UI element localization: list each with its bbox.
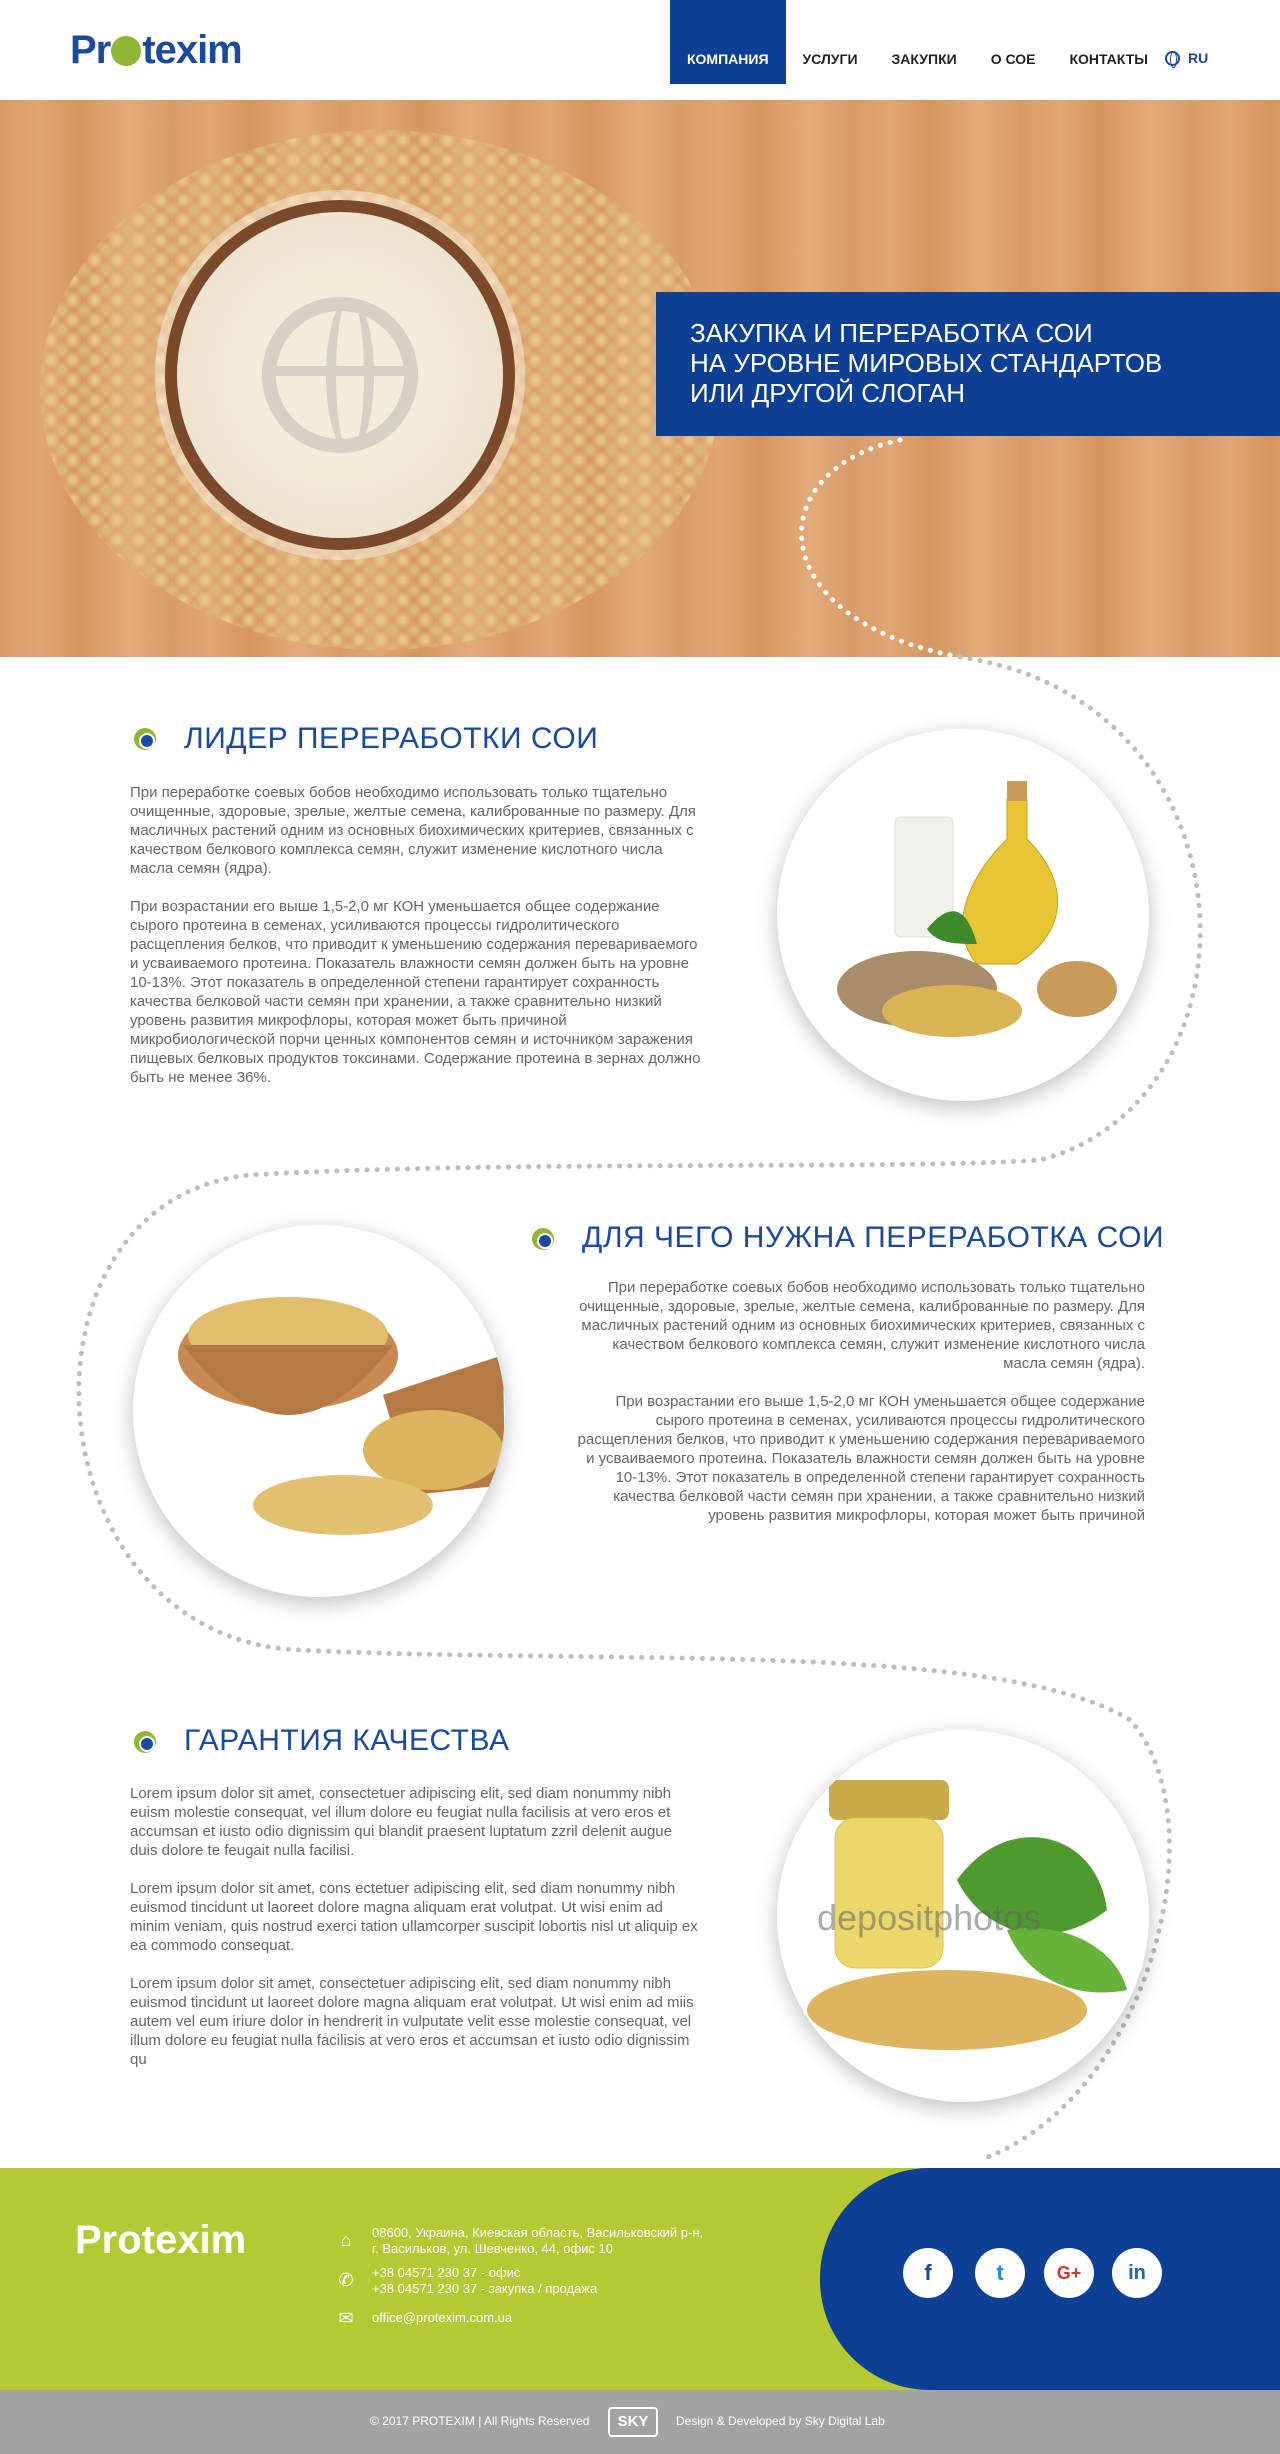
logo[interactable]: Pr texim	[70, 28, 243, 73]
footer-logo[interactable]: Protexim	[75, 2218, 246, 2263]
section3-paragraph-1: Lorem ipsum dolor sit amet, consectetuer…	[130, 1785, 672, 1859]
copyright: © 2017 PROTEXIM | All Rights Reserved	[370, 2414, 590, 2428]
section2-image-soy-bowl	[133, 1225, 505, 1597]
section3-text: Lorem ipsum dolor sit amet, consectetuer…	[130, 1784, 700, 2088]
linkedin-icon[interactable]: in	[1112, 2248, 1162, 2298]
footer-email[interactable]: office@protexim.com.ua	[372, 2310, 512, 2326]
nav-about-soy[interactable]: О СОЕ	[974, 0, 1053, 84]
developer-credit[interactable]: Design & Developed by Sky Digital Lab	[676, 2414, 885, 2428]
header: Pr texim КОМПАНИЯ УСЛУГИ ЗАКУПКИ О СОЕ КО…	[0, 0, 1280, 100]
bottom-bar: © 2017 PROTEXIM | All Rights Reserved SK…	[0, 2390, 1280, 2454]
logo-globe-icon	[111, 36, 142, 66]
section3-paragraph-3: Lorem ipsum dolor sit amet, consectetuer…	[130, 1975, 694, 2068]
language-label: RU	[1188, 50, 1209, 66]
slogan-line-2: НА УРОВНЕ МИРОВЫХ СТАНДАРТОВ	[690, 348, 1163, 378]
milk-bowl-image	[165, 200, 515, 550]
section1-image-oil-milk	[777, 729, 1149, 1101]
section1-title: ЛИДЕР ПЕРЕРАБОТКИ СОИ	[184, 722, 599, 755]
hero-banner: ЗАКУПКА И ПЕРЕРАБОТКА СОИ НА УРОВНЕ МИРО…	[0, 100, 1280, 657]
phone-sales[interactable]: +38 04571 230 37 - закупка / продажа	[372, 2281, 597, 2297]
section2-bullet-icon	[532, 1228, 554, 1250]
watermark-text: depositphotos	[817, 1897, 1041, 1938]
address-line-1: 08600, Украина, Киевская область, Василь…	[372, 2225, 704, 2240]
milk-surface	[177, 212, 503, 538]
section3-paragraph-2: Lorem ipsum dolor sit amet, cons ectetue…	[130, 1880, 698, 1954]
google-plus-icon[interactable]: G+	[1044, 2248, 1094, 2298]
oil-jar-illustration: depositphotos	[807, 1780, 1127, 2050]
oil-milk-illustration	[837, 781, 1117, 1037]
section1-text: При переработке соевых бобов необходимо …	[130, 783, 705, 1106]
phone-icon: ✆	[338, 2270, 354, 2290]
section2-paragraph-2: При возрастании его выше 1,5-2,0 мг КОН …	[577, 1393, 1145, 1524]
footer: Protexim ⌂ 08600, Украина, Киевская обла…	[0, 2168, 1280, 2390]
facebook-icon[interactable]: f	[903, 2248, 953, 2298]
nav-company[interactable]: КОМПАНИЯ	[670, 0, 786, 84]
section1-paragraph-1: При переработке соевых бобов необходимо …	[130, 784, 696, 877]
section3-bullet-icon	[134, 1731, 156, 1753]
hero-slogan: ЗАКУПКА И ПЕРЕРАБОТКА СОИ НА УРОВНЕ МИРО…	[656, 292, 1280, 436]
globe-icon	[1165, 50, 1180, 68]
sky-logo[interactable]: SKY	[608, 2407, 658, 2437]
soy-bowl-illustration	[178, 1297, 505, 1535]
section3-image-oil-jar: depositphotos	[777, 1730, 1149, 2102]
phone-office[interactable]: +38 04571 230 37 - офис	[372, 2265, 597, 2281]
language-switcher[interactable]: RU	[1165, 50, 1209, 68]
main-nav: КОМПАНИЯ УСЛУГИ ЗАКУПКИ О СОЕ КОНТАКТЫ	[670, 0, 1165, 84]
home-icon: ⌂	[340, 2230, 352, 2250]
twitter-icon[interactable]: t	[975, 2248, 1025, 2298]
section2-text: При переработке соевых бобов необходимо …	[570, 1278, 1145, 1544]
section1-bullet-icon	[134, 728, 156, 750]
slogan-line-3: ИЛИ ДРУГОЙ СЛОГАН	[690, 378, 965, 408]
slogan-line-1: ЗАКУПКА И ПЕРЕРАБОТКА СОИ	[690, 318, 1093, 348]
section3-title: ГАРАНТИЯ КАЧЕСТВА	[184, 1724, 510, 1757]
footer-phones: +38 04571 230 37 - офис +38 04571 230 37…	[372, 2265, 597, 2297]
section2-title: ДЛЯ ЧЕГО НУЖНА ПЕРЕРАБОТКА СОИ	[582, 1221, 1165, 1254]
nav-services[interactable]: УСЛУГИ	[786, 0, 875, 84]
section2-paragraph-1: При переработке соевых бобов необходимо …	[579, 1279, 1145, 1372]
address-line-2: г. Васильков, ул. Шевченко, 44, офис 10	[372, 2241, 613, 2256]
mail-icon: ✉	[338, 2308, 354, 2328]
section1-paragraph-2: При возрастании его выше 1,5-2,0 мг КОН …	[130, 898, 701, 1086]
footer-address: 08600, Украина, Киевская область, Василь…	[372, 2225, 703, 2257]
emblem-icon	[262, 297, 418, 453]
nav-contacts[interactable]: КОНТАКТЫ	[1052, 0, 1164, 84]
nav-purchases[interactable]: ЗАКУПКИ	[875, 0, 974, 84]
